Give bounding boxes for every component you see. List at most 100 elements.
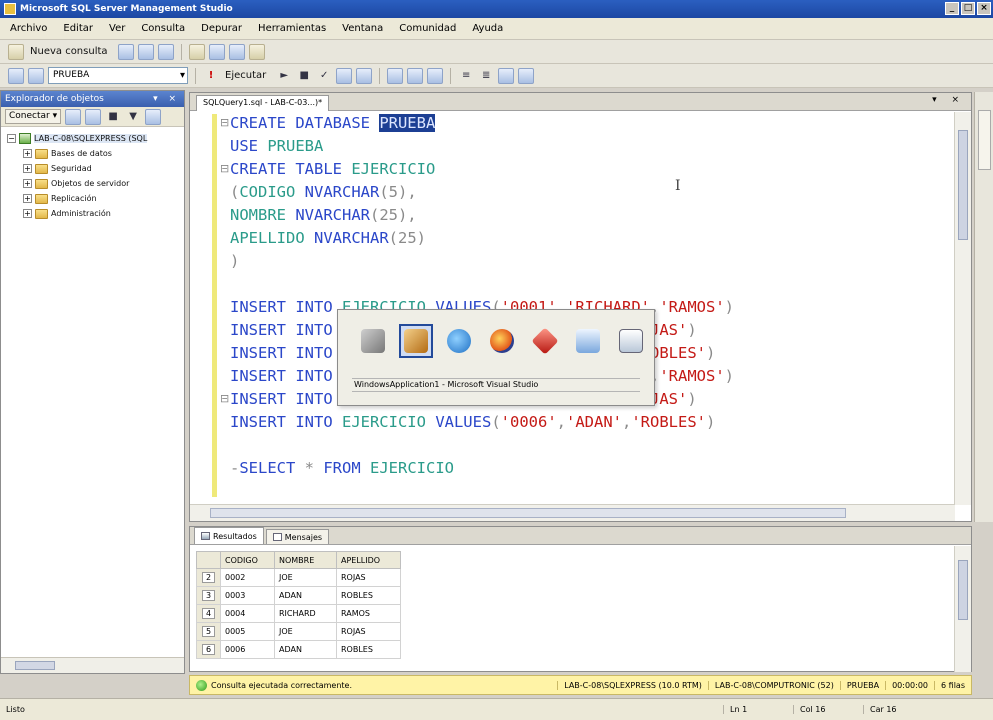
row-number[interactable]: 3 — [196, 586, 221, 605]
row-number[interactable]: 2 — [196, 568, 221, 587]
column-header-codigo[interactable]: CODIGO — [220, 551, 275, 569]
tree-node-server-objects[interactable]: + Objetos de servidor — [7, 176, 184, 191]
change-connection-icon[interactable] — [28, 67, 44, 84]
scroll-thumb[interactable] — [958, 560, 968, 620]
table-row[interactable]: 2 0002 JOE ROJAS — [196, 568, 401, 587]
editor-vscrollbar[interactable] — [954, 112, 971, 505]
results-to-grid-icon[interactable] — [407, 67, 424, 84]
expand-icon[interactable]: + — [23, 149, 32, 158]
cell-codigo[interactable]: 0005 — [220, 622, 275, 641]
increase-indent-icon[interactable] — [518, 67, 535, 84]
cell-codigo[interactable]: 0006 — [220, 640, 275, 659]
display-plan-icon[interactable] — [336, 67, 353, 84]
row-number[interactable]: 4 — [196, 604, 221, 623]
cell-nombre[interactable]: JOE — [274, 622, 337, 641]
save-all-icon[interactable] — [228, 43, 245, 60]
query-designer-icon[interactable] — [356, 67, 373, 84]
results-vscrollbar[interactable] — [954, 546, 971, 672]
db-engine-query-icon[interactable] — [117, 43, 134, 60]
task-browser[interactable] — [442, 324, 476, 358]
row-number[interactable]: 6 — [196, 640, 221, 659]
cell-nombre[interactable]: JOE — [274, 568, 337, 587]
expand-icon[interactable]: + — [23, 164, 32, 173]
cell-nombre[interactable]: RICHARD — [274, 604, 337, 623]
task-red-app[interactable] — [528, 324, 562, 358]
menu-editar[interactable]: Editar — [63, 23, 93, 34]
task-messenger[interactable] — [614, 324, 648, 358]
task-visual-studio[interactable] — [399, 324, 433, 358]
open-file-icon[interactable] — [188, 43, 205, 60]
tree-node-management[interactable]: + Administración — [7, 206, 184, 221]
maximize-button[interactable]: □ — [961, 2, 975, 15]
menu-herramientas[interactable]: Herramientas — [258, 23, 326, 34]
new-query-icon[interactable] — [8, 43, 24, 60]
cell-nombre[interactable]: ADAN — [274, 640, 337, 659]
tab-results[interactable]: Resultados — [194, 527, 264, 544]
connect-dropdown[interactable]: Conectar ▾ — [5, 109, 62, 124]
fold-marker-icon[interactable]: ⊟ — [220, 116, 229, 129]
menu-comunidad[interactable]: Comunidad — [399, 23, 456, 34]
new-query-button[interactable]: Nueva consulta — [30, 46, 108, 57]
execute-button[interactable]: Ejecutar — [225, 70, 266, 81]
tree-server-node[interactable]: − LAB-C-08\SQLEXPRESS (SQL — [7, 131, 184, 146]
table-row[interactable]: 6 0006 ADAN ROBLES — [196, 640, 401, 659]
panel-pin-close-icon[interactable]: ▾ × — [153, 91, 180, 107]
task-tools[interactable] — [356, 324, 390, 358]
cell-apellido[interactable]: RAMOS — [336, 604, 401, 623]
task-network[interactable] — [571, 324, 605, 358]
tree-node-security[interactable]: + Seguridad — [7, 161, 184, 176]
fold-marker-icon[interactable]: ⊟ — [220, 392, 229, 405]
expand-icon[interactable]: + — [23, 194, 32, 203]
mdx-query-icon[interactable] — [157, 43, 174, 60]
minimize-button[interactable]: _ — [945, 2, 959, 15]
sync-icon[interactable] — [145, 108, 162, 125]
cell-apellido[interactable]: ROJAS — [336, 622, 401, 641]
debug-icon[interactable]: ► — [276, 68, 292, 84]
cell-apellido[interactable]: ROJAS — [336, 568, 401, 587]
refresh-icon[interactable] — [85, 108, 102, 125]
print-icon[interactable] — [248, 43, 265, 60]
object-explorer-hscrollbar[interactable] — [1, 657, 184, 673]
tree-node-databases[interactable]: + Bases de datos — [7, 146, 184, 161]
cell-apellido[interactable]: ROBLES — [336, 640, 401, 659]
cell-apellido[interactable]: ROBLES — [336, 586, 401, 605]
editor-hscrollbar[interactable] — [190, 504, 955, 521]
cell-codigo[interactable]: 0002 — [220, 568, 275, 587]
cell-codigo[interactable]: 0003 — [220, 586, 275, 605]
table-row[interactable]: 5 0005 JOE ROJAS — [196, 622, 401, 641]
table-row[interactable]: 4 0004 RICHARD RAMOS — [196, 604, 401, 623]
menu-depurar[interactable]: Depurar — [201, 23, 242, 34]
scroll-thumb[interactable] — [210, 508, 846, 518]
results-to-text-icon[interactable] — [387, 67, 404, 84]
stop-icon[interactable]: ■ — [105, 109, 121, 125]
properties-tab[interactable] — [978, 110, 991, 170]
results-to-file-icon[interactable] — [427, 67, 444, 84]
menu-ayuda[interactable]: Ayuda — [472, 23, 503, 34]
column-header-nombre[interactable]: NOMBRE — [274, 551, 337, 569]
save-icon[interactable] — [208, 43, 225, 60]
table-row[interactable]: 3 0003 ADAN ROBLES — [196, 586, 401, 605]
database-select[interactable]: PRUEBA — [48, 67, 188, 84]
disconnect-icon[interactable] — [65, 108, 82, 125]
parse-icon[interactable]: ✓ — [316, 68, 332, 84]
row-number[interactable]: 5 — [196, 622, 221, 641]
sql-code-text[interactable]: CREATE DATABASE PRUEBA USE PRUEBA CREATE… — [230, 112, 734, 480]
menu-consulta[interactable]: Consulta — [141, 23, 185, 34]
menu-ventana[interactable]: Ventana — [342, 23, 383, 34]
fold-marker-icon[interactable]: ⊟ — [220, 162, 229, 175]
expand-icon[interactable]: + — [23, 209, 32, 218]
connect-icon[interactable] — [8, 67, 24, 84]
comment-icon[interactable]: ≡ — [458, 68, 474, 84]
query-document-tab[interactable]: SQLQuery1.sql - LAB-C-03...)* — [196, 95, 330, 111]
menu-ver[interactable]: Ver — [109, 23, 125, 34]
stop-icon[interactable]: ■ — [296, 68, 312, 84]
scroll-thumb[interactable] — [958, 130, 968, 240]
close-button[interactable]: × — [977, 2, 991, 15]
decrease-indent-icon[interactable] — [498, 67, 515, 84]
menu-archivo[interactable]: Archivo — [10, 23, 47, 34]
tab-messages[interactable]: Mensajes — [265, 529, 330, 544]
cell-codigo[interactable]: 0004 — [220, 604, 275, 623]
filter-icon[interactable]: ▼ — [125, 109, 141, 125]
task-firefox[interactable] — [485, 324, 519, 358]
collapse-icon[interactable]: − — [7, 134, 16, 143]
